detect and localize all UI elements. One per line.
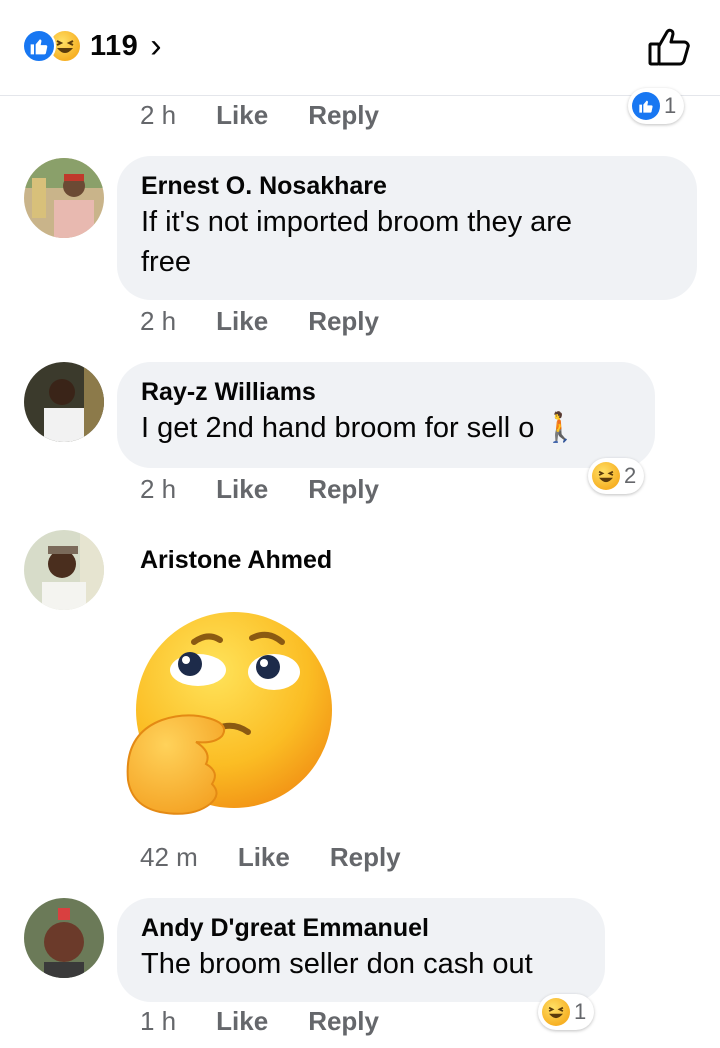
comment-time: 2 h	[140, 474, 177, 504]
thumbs-up-outline-icon[interactable]	[646, 24, 692, 70]
reaction-badge-count: 1	[664, 93, 677, 118]
comment-meta: 2 h Like Reply	[140, 474, 379, 505]
comment-time: 2 h	[140, 100, 177, 130]
reactions-header: 119 ›	[0, 0, 720, 96]
reaction-count: 119	[90, 29, 139, 62]
comment-meta: 2 h Like Reply	[140, 306, 379, 337]
comment-author[interactable]: Andy D'great Emmanuel	[141, 912, 581, 944]
comment-text: If it's not imported broom they are	[141, 206, 573, 238]
comment-author[interactable]: Ray-z Williams	[141, 376, 631, 408]
person-walking-emoji: 🚶	[542, 412, 579, 444]
like-icon	[22, 29, 56, 63]
avatar[interactable]	[24, 530, 104, 610]
avatar[interactable]	[24, 362, 104, 442]
comment-text: The broom seller don cash out	[141, 948, 533, 980]
comment-meta: 1 h Like Reply	[140, 1006, 379, 1037]
comment-meta: 2 h Like Reply	[140, 100, 379, 131]
reaction-badge[interactable]: 1	[628, 88, 685, 124]
comment-bubble[interactable]: Ernest O. Nosakhare If it's not imported…	[117, 156, 697, 300]
comment-time: 42 m	[140, 842, 198, 872]
like-link[interactable]: Like	[216, 1006, 268, 1037]
comment-text-body: I get 2nd hand broom for sell o	[141, 412, 535, 444]
reaction-badge[interactable]: 1	[538, 994, 595, 1030]
thinking-face-sticker[interactable]	[124, 612, 340, 822]
reactions-summary[interactable]: 119 ›	[22, 26, 162, 66]
reply-link[interactable]: Reply	[308, 1006, 379, 1037]
like-link[interactable]: Like	[216, 306, 268, 337]
reply-link[interactable]: Reply	[308, 474, 379, 505]
comment-author[interactable]: Ernest O. Nosakhare	[141, 170, 673, 202]
like-link[interactable]: Like	[216, 474, 268, 505]
avatar[interactable]	[24, 898, 104, 978]
reaction-badge[interactable]: 2	[588, 458, 645, 494]
like-link[interactable]: Like	[238, 842, 290, 873]
haha-icon	[592, 462, 620, 490]
comment-time: 2 h	[140, 306, 177, 336]
chevron-right-icon[interactable]: ›	[150, 29, 161, 63]
like-icon	[632, 92, 660, 120]
comment-bubble[interactable]: Ray-z Williams I get 2nd hand broom for …	[117, 362, 655, 468]
reply-link[interactable]: Reply	[330, 842, 401, 873]
like-link[interactable]: Like	[216, 100, 268, 131]
haha-icon	[542, 998, 570, 1026]
comment-text: free	[141, 246, 191, 278]
reply-link[interactable]: Reply	[308, 100, 379, 131]
reaction-badge-count: 1	[574, 999, 587, 1024]
comment-bubble[interactable]: Andy D'great Emmanuel The broom seller d…	[117, 898, 605, 1002]
comment-time: 1 h	[140, 1006, 177, 1036]
comment-author[interactable]: Aristone Ahmed	[140, 544, 332, 576]
reply-link[interactable]: Reply	[308, 306, 379, 337]
comment-text: I get 2nd hand broom for sell o 🚶	[141, 408, 631, 448]
avatar[interactable]	[24, 158, 104, 238]
reaction-badge-count: 2	[624, 463, 637, 488]
comment-meta: 42 m Like Reply	[140, 842, 401, 873]
